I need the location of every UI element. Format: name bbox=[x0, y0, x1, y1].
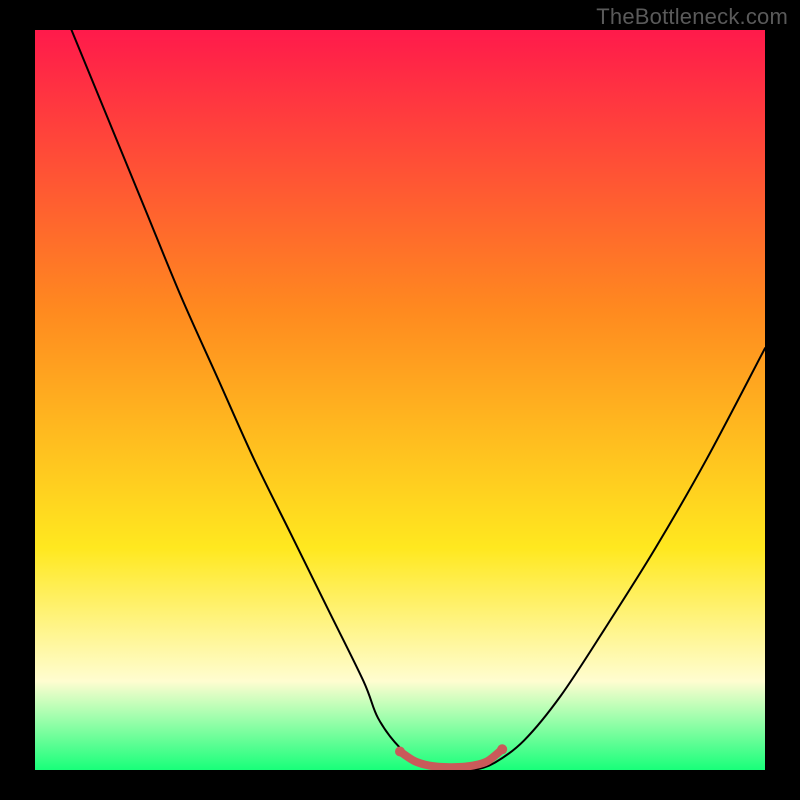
optimal-range-marker-dot-left bbox=[395, 747, 405, 757]
gradient-background bbox=[35, 30, 765, 770]
chart-frame: TheBottleneck.com bbox=[0, 0, 800, 800]
watermark-text: TheBottleneck.com bbox=[596, 4, 788, 30]
bottleneck-chart bbox=[35, 30, 765, 770]
optimal-range-marker-dot-right bbox=[497, 744, 507, 754]
chart-svg bbox=[35, 30, 765, 770]
